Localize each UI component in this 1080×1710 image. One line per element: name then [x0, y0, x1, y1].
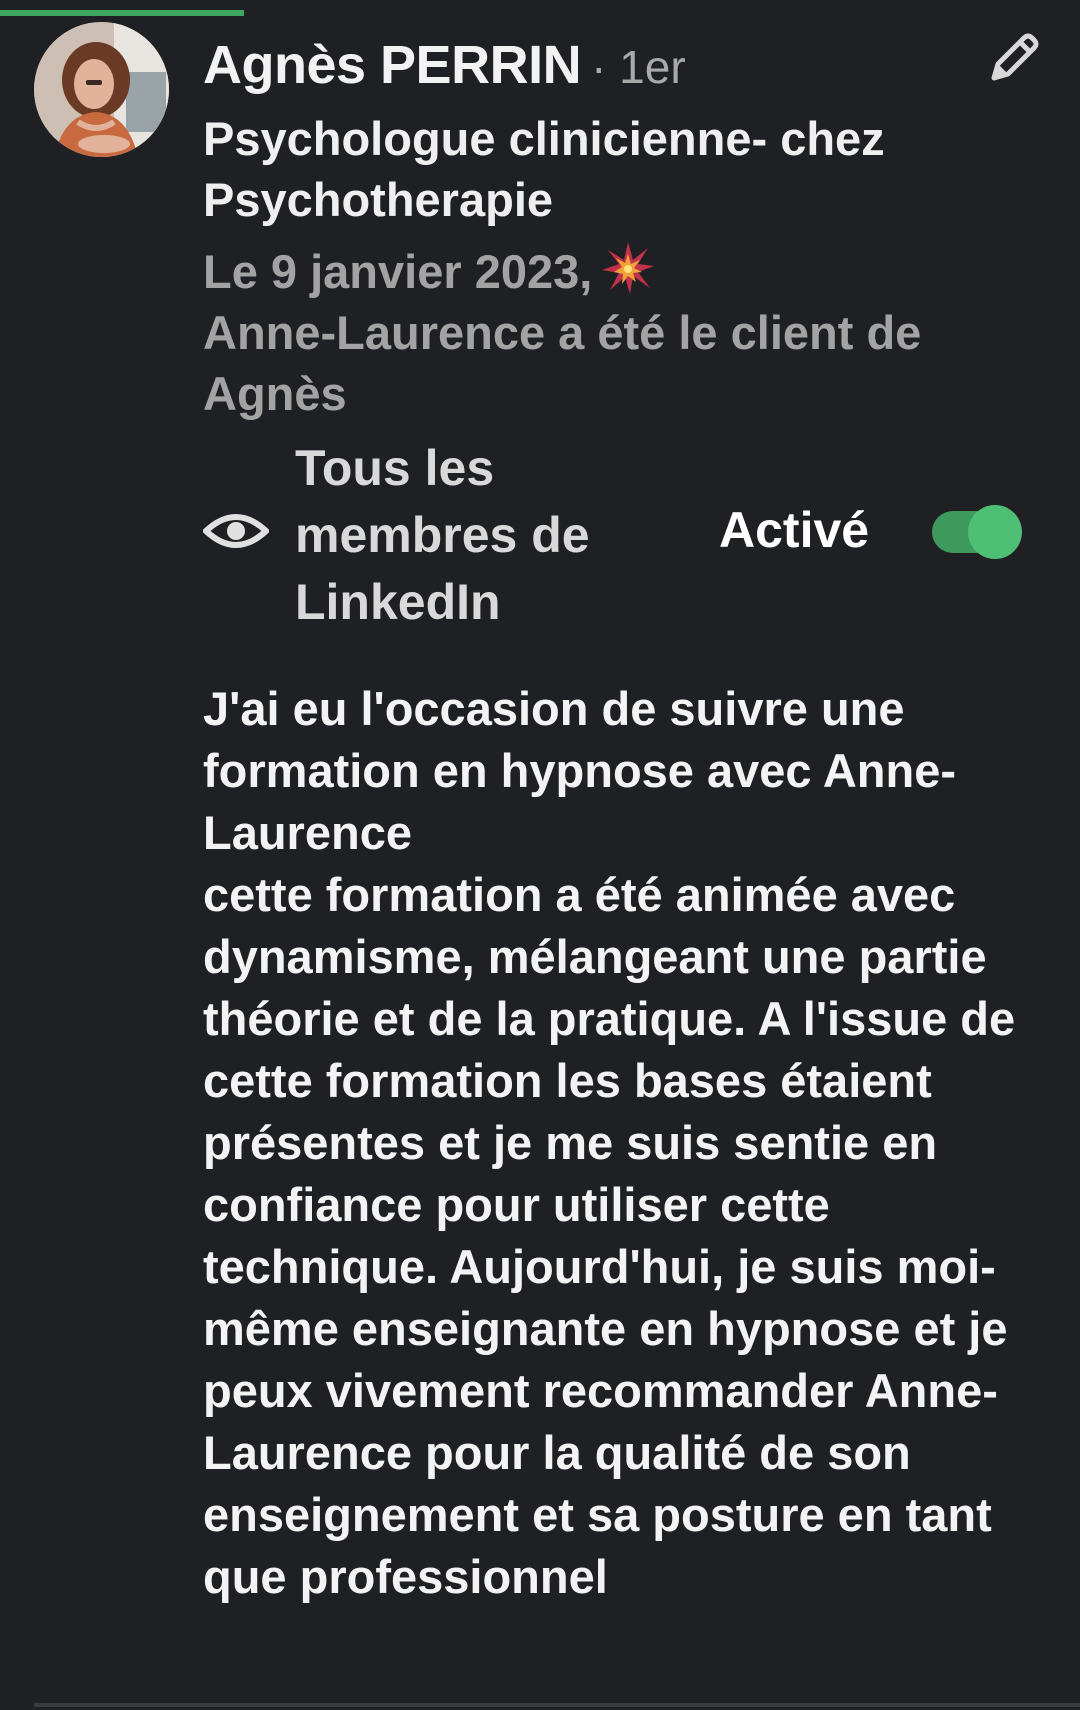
- visibility-label: Tous les membres de LinkedIn: [295, 440, 590, 630]
- avatar[interactable]: [34, 22, 169, 157]
- recommendation-relation: Anne-Laurence a été le client de Agnès: [203, 306, 922, 420]
- visibility-setting: Tous les membres de LinkedIn Activé: [201, 435, 1033, 640]
- profile-headline: Psychologue clinicienne- chez Psychother…: [203, 112, 885, 226]
- divider: [34, 1703, 1080, 1707]
- toggle-knob: [968, 505, 1022, 559]
- burst-icon: [600, 240, 656, 296]
- pencil-icon[interactable]: [980, 28, 1044, 92]
- recommendation-date: Le 9 janvier 2023,: [203, 245, 593, 298]
- recommendation-text: J'ai eu l'occasion de suivre une formati…: [203, 682, 1016, 1603]
- eye-icon: [201, 507, 271, 555]
- avatar-photo: [34, 22, 169, 157]
- recommendation-meta: Le 9 janvier 2023, Anne-Laurence a été l…: [203, 240, 1023, 424]
- visibility-toggle[interactable]: [926, 505, 1022, 559]
- top-accent-bar: [0, 10, 244, 16]
- profile-name[interactable]: Agnès PERRIN: [203, 35, 582, 95]
- connection-degree: · 1er: [591, 41, 686, 93]
- toggle-status-label: Activé: [719, 502, 870, 558]
- profile-name-row: Agnès PERRIN · 1er: [203, 34, 686, 96]
